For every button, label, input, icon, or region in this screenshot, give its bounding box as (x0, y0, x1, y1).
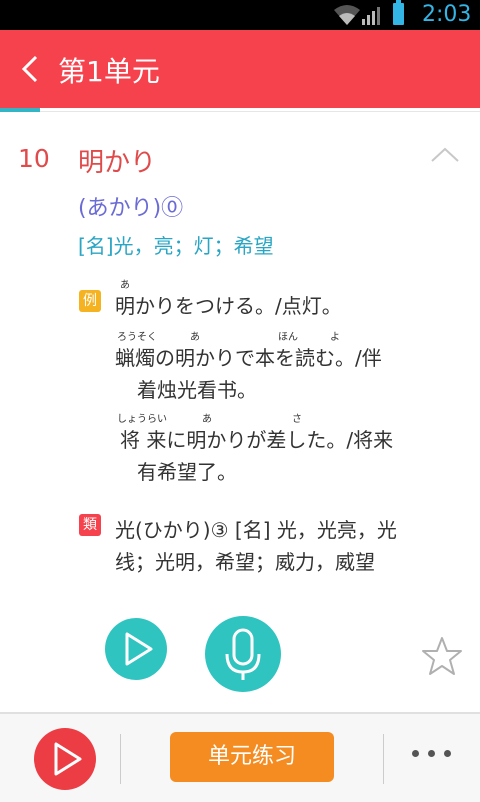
entry-reading: (あかり)⓪ (78, 196, 184, 221)
wifi-icon (334, 5, 360, 25)
entry-word: 明かり (78, 148, 157, 178)
similar-line-2: 线；光明，希望；威力，威望 (115, 550, 375, 574)
more-icon[interactable] (412, 750, 452, 760)
example-sentence: 蝋燭の明かりで本を読む。/伴 (115, 346, 382, 370)
chevron-up-icon[interactable] (430, 146, 460, 162)
toolbar-divider (120, 734, 121, 784)
ruby-text: ほん (278, 332, 298, 343)
example-sentence: 将 来に明かりが差した。/将来 (120, 428, 394, 452)
entry-number: 10 (18, 144, 50, 173)
ruby-text: さ (292, 414, 302, 425)
record-button[interactable] (205, 616, 281, 692)
ruby-text: ろうそく (117, 332, 157, 343)
status-time: 2:03 (422, 2, 472, 27)
ruby-text: あ (190, 332, 200, 343)
page-title: 第1单元 (58, 55, 160, 88)
divider-line (40, 111, 480, 112)
play-icon (54, 742, 82, 776)
ruby-text: あ (202, 414, 212, 425)
ruby-text: よ (330, 332, 340, 343)
similar-line-1: 光(ひかり)③ [名] 光，光亮，光 (115, 518, 397, 542)
example-badge: 例 (79, 290, 101, 312)
entry-meaning: [名]光，亮；灯；希望 (78, 234, 274, 258)
status-bar: 2:03 (0, 0, 480, 30)
example-sentence: 明かりをつける。/点灯。 (115, 294, 342, 318)
unit-practice-button[interactable]: 单元练习 (170, 732, 334, 782)
example-translation: 着烛光看书。 (137, 378, 257, 402)
ruby-text: しょうらい (117, 414, 167, 425)
ruby-text: あ (120, 280, 130, 291)
star-icon[interactable] (421, 636, 463, 676)
example-translation: 有希望了。 (137, 460, 237, 484)
microphone-icon (225, 628, 261, 680)
toolbar-divider (383, 734, 384, 784)
signal-icon (362, 7, 380, 25)
battery-icon (393, 0, 404, 25)
tab-indicator (0, 108, 40, 112)
back-arrow-icon[interactable] (16, 53, 44, 85)
play-all-button[interactable] (34, 728, 96, 790)
similar-badge: 類 (79, 514, 101, 536)
play-button[interactable] (105, 618, 167, 680)
app-header: 第1单元 (0, 30, 480, 108)
play-icon (125, 632, 153, 666)
